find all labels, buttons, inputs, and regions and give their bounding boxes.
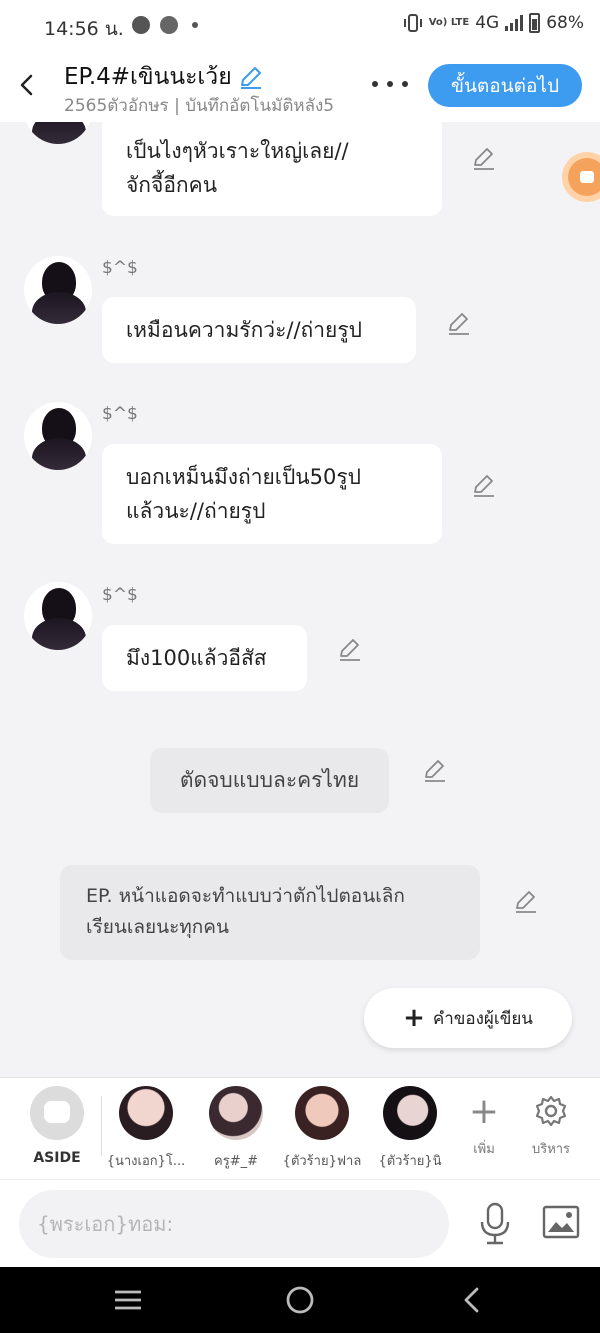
character-item[interactable]: ครู#_#	[194, 1086, 278, 1171]
aside-label: ASIDE	[33, 1150, 81, 1166]
narration-line: ตัดจบแบบละครไทย	[179, 768, 360, 792]
character-label: ครู#_#	[214, 1154, 258, 1169]
character-avatar	[209, 1086, 263, 1140]
status-time: 14:56 น.	[44, 18, 124, 40]
message-bubble[interactable]: เหมือนความรักว่ะ//ถ่ายรูป	[102, 297, 416, 363]
pencil-icon[interactable]	[238, 64, 264, 90]
character-avatar[interactable]	[24, 122, 92, 144]
volte-label: Vo) LTE	[428, 17, 470, 28]
image-icon[interactable]	[542, 1204, 580, 1240]
battery-icon	[529, 13, 541, 33]
line-icon	[160, 16, 178, 34]
add-label: เพิ่ม	[473, 1142, 495, 1157]
record-button[interactable]	[562, 152, 600, 202]
character-label: {ตัวร้าย}นิ	[378, 1154, 442, 1169]
character-label: {ตัวร้าย}ฟาล	[282, 1154, 362, 1169]
message-input[interactable]	[19, 1190, 449, 1258]
message-line: มึง100แล้วอีสัส	[126, 646, 267, 670]
manage-characters-button[interactable]: บริหาร	[521, 1090, 581, 1159]
author-note-button-label: คำของผู้เขียน	[432, 1008, 533, 1029]
character-avatar[interactable]	[24, 256, 92, 324]
network-label: 4G	[475, 13, 500, 33]
character-avatar	[295, 1086, 349, 1140]
message-bubble[interactable]: บอกเหม็นมึงถ่ายเป็น50รูป แล้วนะ//ถ่ายรูป	[102, 444, 442, 544]
character-item[interactable]: {นางเอก}โ...	[104, 1086, 188, 1171]
character-label: {นางเอก}โ...	[106, 1154, 186, 1169]
edit-pencil-icon[interactable]	[446, 311, 472, 337]
status-right: Vo) LTE 4G 68%	[403, 13, 584, 33]
episode-subtitle: 2565ตัวอักษร | บันทึกอัตโนมัติหลัง5	[64, 96, 335, 116]
add-author-note-button[interactable]: + คำของผู้เขียน	[364, 988, 572, 1048]
signal-icon	[505, 15, 524, 31]
character-item[interactable]: {ตัวร้าย}นิ	[368, 1086, 452, 1171]
next-step-button[interactable]: ขั้นตอนต่อไป	[428, 64, 582, 107]
narration-bubble[interactable]: ตัดจบแบบละครไทย	[150, 748, 389, 813]
more-options-button[interactable]	[372, 72, 408, 96]
status-bar: 14:56 น. Vo) LTE 4G 68%	[0, 0, 600, 50]
vibrate-icon	[403, 14, 422, 32]
input-area	[0, 1179, 600, 1267]
chat-area[interactable]: เป็นไงๆหัวเราะใหญ่เลย// จักจี้อีกคน $^$ …	[0, 122, 600, 1077]
home-icon[interactable]	[280, 1283, 320, 1317]
chat-bubble-icon	[30, 1086, 84, 1140]
edit-pencil-icon[interactable]	[422, 758, 448, 784]
messenger-icon	[132, 16, 150, 34]
character-avatar	[119, 1086, 173, 1140]
message-line: เหมือนความรักว่ะ//ถ่ายรูป	[126, 318, 362, 342]
add-character-button[interactable]: + เพิ่ม	[454, 1090, 514, 1159]
aside-button[interactable]: ASIDE	[26, 1086, 88, 1166]
back-button[interactable]	[12, 68, 42, 102]
author-note-line: EP. หน้าแอดจะทำแบบว่าตักไปตอนเลิก	[86, 885, 405, 907]
plus-icon: +	[468, 1090, 500, 1132]
system-nav-bar	[0, 1267, 600, 1333]
episode-title[interactable]: EP.4#เขินนะเว้ย	[64, 59, 264, 95]
author-note-line: เรียนเลยนะทุกคน	[86, 916, 230, 938]
notification-dot-icon	[192, 22, 198, 28]
editor-header: EP.4#เขินนะเว้ย 2565ตัวอักษร | บันทึกอัต…	[0, 50, 600, 122]
gear-icon	[521, 1090, 581, 1132]
message-bubble[interactable]: เป็นไงๆหัวเราะใหญ่เลย// จักจี้อีกคน	[102, 122, 442, 216]
edit-pencil-icon[interactable]	[337, 637, 363, 663]
nav-back-icon[interactable]	[452, 1283, 492, 1317]
plus-icon: +	[403, 1003, 425, 1033]
message-line: แล้วนะ//ถ่ายรูป	[126, 499, 266, 523]
character-name: $^$	[102, 404, 138, 424]
manage-label: บริหาร	[531, 1142, 571, 1157]
character-avatar[interactable]	[24, 402, 92, 470]
microphone-icon[interactable]	[478, 1202, 512, 1246]
character-avatar[interactable]	[24, 582, 92, 650]
character-avatar	[383, 1086, 437, 1140]
divider	[101, 1096, 102, 1156]
battery-level: 68%	[546, 13, 584, 33]
episode-title-text: EP.4#เขินนะเว้ย	[64, 64, 232, 90]
message-bubble[interactable]: มึง100แล้วอีสัส	[102, 625, 307, 691]
character-name: $^$	[102, 585, 138, 605]
character-bar: ASIDE {นางเอก}โ... ครู#_# {ตัวร้าย}ฟาล {…	[0, 1077, 600, 1179]
message-line: บอกเหม็นมึงถ่ายเป็น50รูป	[126, 465, 361, 489]
edit-pencil-icon[interactable]	[471, 146, 497, 172]
character-name: $^$	[102, 258, 138, 278]
message-line: จักจี้อีกคน	[126, 173, 218, 197]
character-item[interactable]: {ตัวร้าย}ฟาล	[280, 1086, 364, 1171]
edit-pencil-icon[interactable]	[513, 889, 539, 915]
author-note-bubble[interactable]: EP. หน้าแอดจะทำแบบว่าตักไปตอนเลิก เรียนเ…	[60, 865, 480, 960]
edit-pencil-icon[interactable]	[471, 473, 497, 499]
video-icon	[568, 158, 600, 196]
chevron-left-icon	[20, 74, 33, 96]
message-line: เป็นไงๆหัวเราะใหญ่เลย//	[126, 139, 349, 163]
recent-apps-icon[interactable]	[108, 1283, 148, 1317]
